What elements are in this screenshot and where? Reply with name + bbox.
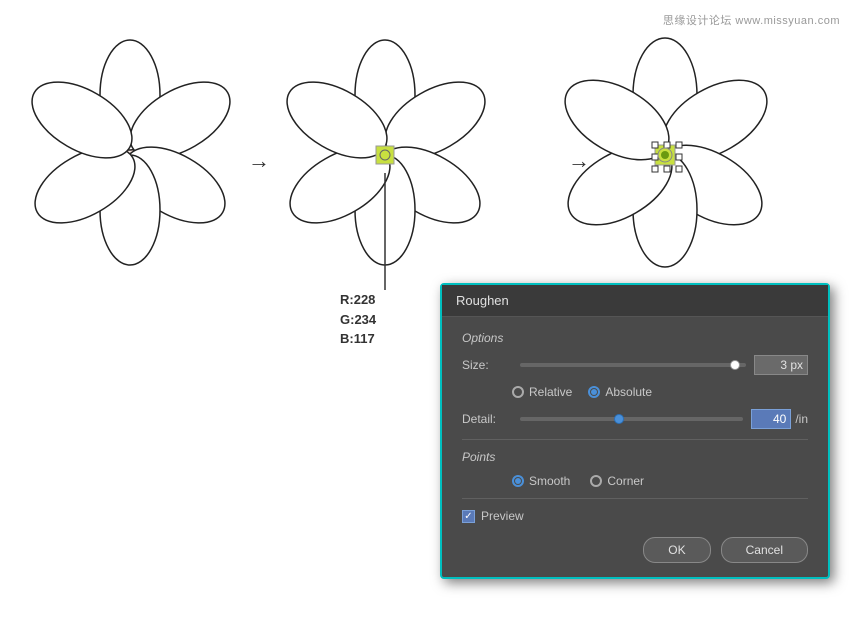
- relative-label: Relative: [529, 385, 572, 399]
- radio-row: Relative Absolute: [512, 385, 808, 399]
- color-r: R:228: [340, 290, 376, 310]
- relative-radio[interactable]: Relative: [512, 385, 572, 399]
- preview-label: Preview: [481, 509, 524, 523]
- corner-radio-circle[interactable]: [590, 475, 602, 487]
- color-label: R:228 G:234 B:117: [340, 290, 376, 349]
- size-label: Size:: [462, 358, 512, 372]
- absolute-label: Absolute: [605, 385, 652, 399]
- points-label: Points: [462, 450, 808, 464]
- size-slider-track[interactable]: [520, 363, 746, 367]
- button-row: OK Cancel: [462, 537, 808, 563]
- smooth-label: Smooth: [529, 474, 570, 488]
- detail-row: Detail: /in: [462, 409, 808, 429]
- cancel-button[interactable]: Cancel: [721, 537, 808, 563]
- svg-text:→: →: [248, 148, 270, 173]
- preview-checkbox[interactable]: [462, 510, 475, 523]
- options-label: Options: [462, 331, 808, 345]
- size-input[interactable]: [754, 355, 808, 375]
- dialog-body: Options Size: Relative Absolute Detail:: [442, 317, 828, 577]
- divider2: [462, 498, 808, 499]
- ok-button[interactable]: OK: [643, 537, 710, 563]
- detail-unit: /in: [795, 412, 808, 426]
- size-slider-thumb[interactable]: [730, 360, 740, 370]
- corner-radio[interactable]: Corner: [590, 474, 644, 488]
- smooth-radio-circle[interactable]: [512, 475, 524, 487]
- divider: [462, 439, 808, 440]
- corner-label: Corner: [607, 474, 644, 488]
- points-row: Smooth Corner: [512, 474, 808, 488]
- detail-slider-track[interactable]: [520, 417, 743, 421]
- smooth-radio[interactable]: Smooth: [512, 474, 570, 488]
- color-g: G:234: [340, 310, 376, 330]
- detail-input[interactable]: [751, 409, 791, 429]
- size-row: Size:: [462, 355, 808, 375]
- illustration-area: → →: [0, 0, 850, 310]
- roughen-dialog: Roughen Options Size: Relative Absolute: [440, 283, 830, 579]
- preview-row[interactable]: Preview: [462, 509, 808, 523]
- dialog-title: Roughen: [442, 285, 828, 317]
- color-b: B:117: [340, 329, 376, 349]
- detail-slider-thumb[interactable]: [614, 414, 624, 424]
- absolute-radio-circle[interactable]: [588, 386, 600, 398]
- relative-radio-circle[interactable]: [512, 386, 524, 398]
- detail-label: Detail:: [462, 412, 512, 426]
- absolute-radio[interactable]: Absolute: [588, 385, 652, 399]
